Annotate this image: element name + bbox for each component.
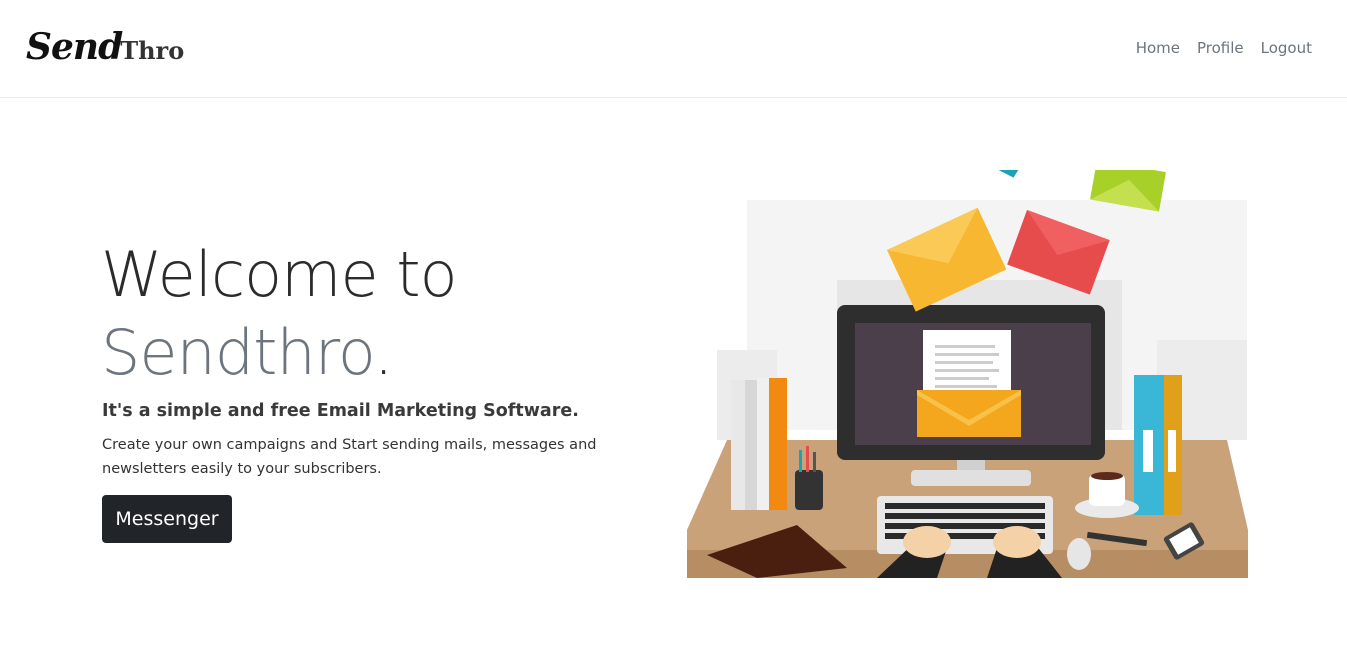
brand-send-text: Send xyxy=(26,26,123,68)
messenger-button[interactable]: Messenger xyxy=(102,495,232,543)
mouse-icon xyxy=(1067,538,1091,570)
envelope-teal-icon xyxy=(987,170,1030,178)
nav-profile-link[interactable]: Profile xyxy=(1197,39,1244,57)
hero-description: Create your own campaigns and Start send… xyxy=(102,437,597,477)
hero-tagline: It's a simple and free Email Marketing S… xyxy=(102,401,579,421)
nav-home-link[interactable]: Home xyxy=(1136,39,1180,57)
hero-title-period: . xyxy=(373,316,394,389)
illustration-svg xyxy=(687,170,1248,578)
hero-title-line2: Sendthro xyxy=(101,316,375,389)
nav-links: Home Profile Logout xyxy=(1136,39,1312,57)
nav-logout-link[interactable]: Logout xyxy=(1261,39,1312,57)
hero-title-line1: Welcome to xyxy=(101,238,458,311)
brand-logo[interactable]: Send Thro xyxy=(26,26,184,68)
email-marketing-illustration xyxy=(687,170,1248,578)
hero-title: Welcome to Sendthro. xyxy=(101,236,661,392)
navbar: Send Thro Home Profile Logout xyxy=(0,0,1347,98)
brand-thro-text: Thro xyxy=(120,36,185,65)
